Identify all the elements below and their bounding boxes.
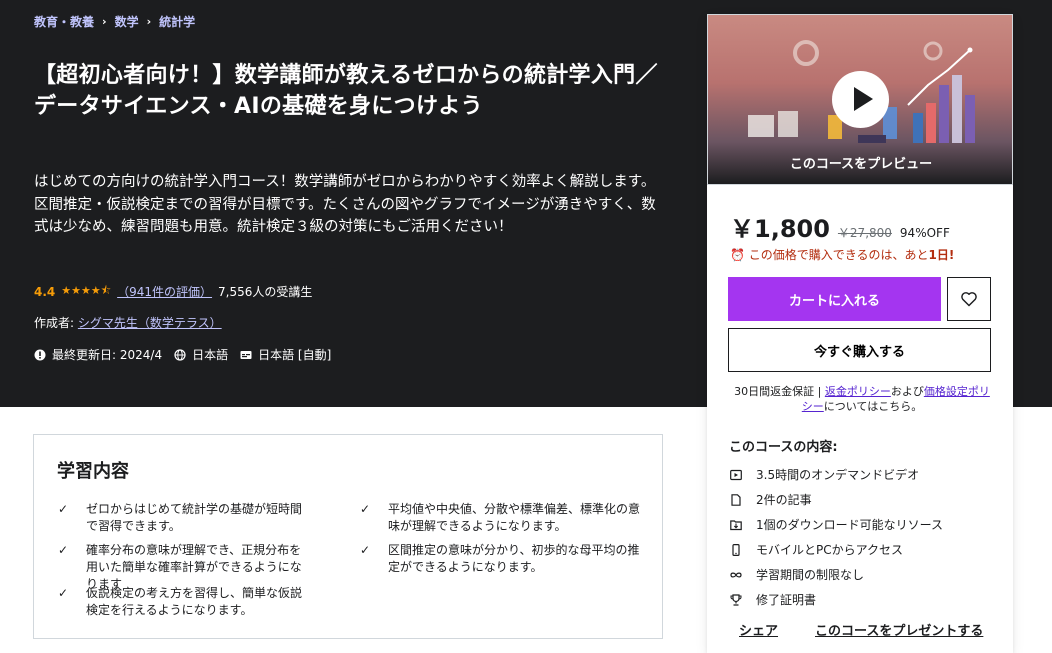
- learn-item: ✓ 区間推定の意味が分かり、初歩的な母平均の推定ができるようになります。: [360, 542, 650, 576]
- alert-badge-icon: [34, 349, 46, 360]
- original-price: ￥27,800: [837, 226, 892, 240]
- chevron-right-icon: ›: [102, 15, 107, 28]
- breadcrumb-item-statistics[interactable]: 統計学: [159, 13, 195, 30]
- refund-policy-link[interactable]: 返金ポリシー: [825, 385, 891, 398]
- alarm-clock-icon: ⏰: [730, 248, 745, 262]
- learn-item-text: 仮説検定の考え方を習得し、簡単な仮説検定を行えるようになります。: [86, 586, 303, 617]
- timer-text: この価格で購入できるのは、あと: [748, 248, 929, 262]
- price-row: ￥1,800 ￥27,800 94%OFF: [730, 209, 950, 244]
- heart-icon: [961, 292, 977, 307]
- student-count: 7,556人の受講生: [218, 285, 313, 299]
- include-item: 3.5時間のオンデマンドビデオ: [730, 466, 919, 483]
- course-preview[interactable]: このコースをプレビュー: [707, 14, 1013, 185]
- include-text: モバイルとPCからアクセス: [756, 543, 904, 557]
- preview-label[interactable]: このコースをプレビュー: [708, 153, 1012, 172]
- includes-heading: このコースの内容:: [729, 440, 838, 455]
- mobile-icon: [732, 543, 740, 556]
- learn-item: ✓ 仮説検定の考え方を習得し、簡単な仮説検定を行えるようになります。: [58, 585, 313, 619]
- learn-item: ✓ ゼロからはじめて統計学の基礎が短時間で習得できます。: [58, 501, 313, 535]
- include-item: 修了証明書: [730, 591, 816, 608]
- course-language: 日本語: [192, 348, 229, 362]
- breadcrumb-item-education[interactable]: 教育・教養: [34, 13, 94, 30]
- learn-heading: 学習内容: [57, 461, 129, 482]
- add-to-cart-button[interactable]: カートに入れる: [728, 277, 941, 321]
- buy-now-button[interactable]: 今すぐ購入する: [728, 328, 991, 372]
- learn-item-text: 区間推定の意味が分かり、初歩的な母平均の推定ができるようになります。: [388, 543, 640, 574]
- purchase-card: このコースをプレビュー ￥1,800 ￥27,800 94%OFF ⏰ この価格…: [707, 14, 1013, 653]
- include-item: 1個のダウンロード可能なリソース: [730, 516, 943, 533]
- money-back-guarantee: 30日間返金保証 | 返金ポリシーおよび価格設定ポリシーについてはこちら。: [729, 384, 995, 414]
- globe-icon: [174, 348, 186, 361]
- star-rating-icon: ★★★★⯪: [61, 284, 112, 297]
- check-icon: ✓: [58, 586, 69, 600]
- check-icon: ✓: [360, 502, 371, 516]
- check-icon: ✓: [360, 543, 371, 557]
- include-text: 2件の記事: [756, 493, 812, 507]
- check-icon: ✓: [58, 502, 69, 516]
- review-count-link[interactable]: （941件の評価）: [117, 283, 212, 300]
- include-text: 修了証明書: [756, 593, 817, 607]
- price-timer: ⏰ この価格で購入できるのは、あと1日!: [730, 246, 954, 263]
- guarantee-text: 30日間返金保証 |: [734, 385, 825, 398]
- last-updated: 最終更新日: 2024/4: [52, 348, 163, 362]
- breadcrumb: 教育・教養 › 数学 › 統計学: [34, 13, 195, 30]
- check-icon: ✓: [58, 543, 69, 557]
- guarantee-suffix: についてはこちら。: [823, 400, 923, 413]
- course-meta: 最終更新日: 2024/4 日本語 日本語 [自動]: [34, 346, 331, 363]
- include-text: 学習期間の制限なし: [756, 568, 865, 582]
- author-link[interactable]: シグマ先生（数学テラス）: [78, 316, 222, 330]
- include-item: 2件の記事: [730, 491, 812, 508]
- author-row: 作成者: シグマ先生（数学テラス）: [34, 314, 222, 331]
- share-button[interactable]: シェア: [739, 620, 778, 639]
- include-text: 3.5時間のオンデマンドビデオ: [756, 468, 920, 482]
- course-title: 【超初心者向け！】数学講師が教えるゼロからの統計学入門／データサイエンス・AIの…: [34, 63, 658, 119]
- include-item: 学習期間の制限なし: [730, 566, 864, 583]
- download-icon: [730, 519, 742, 530]
- course-subtitle: はじめての方向けの統計学入門コース！数学講師がゼロからわかりやすく効率よく解説し…: [34, 174, 656, 235]
- timer-days: 1日!: [928, 248, 955, 262]
- breadcrumb-item-math[interactable]: 数学: [115, 13, 139, 30]
- video-icon: [730, 469, 742, 480]
- chevron-right-icon: ›: [146, 15, 152, 28]
- infinity-icon: [730, 572, 742, 577]
- rating-row: 4.4 ★★★★⯪ （941件の評価） 7,556人の受講生: [34, 282, 312, 301]
- trophy-icon: [730, 593, 742, 606]
- wishlist-button[interactable]: [947, 277, 991, 321]
- guarantee-and: および: [890, 385, 924, 398]
- author-label: 作成者:: [34, 316, 75, 330]
- what-you-will-learn: 学習内容 ✓ ゼロからはじめて統計学の基礎が短時間で習得できます。 ✓ 平均値や…: [33, 434, 663, 639]
- discount-percent: 94%OFF: [899, 226, 950, 240]
- closed-captions-icon: [240, 350, 252, 359]
- rating-score: 4.4: [34, 284, 56, 299]
- learn-item-text: ゼロからはじめて統計学の基礎が短時間で習得できます。: [86, 502, 303, 533]
- gift-course-button[interactable]: このコースをプレゼントする: [815, 620, 983, 639]
- learn-item-text: 確率分布の意味が理解でき、正規分布を用いた簡単な確率計算ができるようになります: [86, 543, 302, 591]
- learn-item-text: 平均値や中央値、分散や標準偏差、標準化の意味が理解できるようになります。: [388, 502, 641, 533]
- play-icon[interactable]: [832, 71, 889, 128]
- current-price: ￥1,800: [730, 215, 830, 243]
- file-icon: [731, 493, 741, 506]
- include-text: 1個のダウンロード可能なリソース: [756, 518, 944, 532]
- include-item: モバイルとPCからアクセス: [730, 541, 903, 558]
- learn-item: ✓ 平均値や中央値、分散や標準偏差、標準化の意味が理解できるようになります。: [360, 501, 650, 535]
- caption-language: 日本語 [自動]: [258, 348, 332, 362]
